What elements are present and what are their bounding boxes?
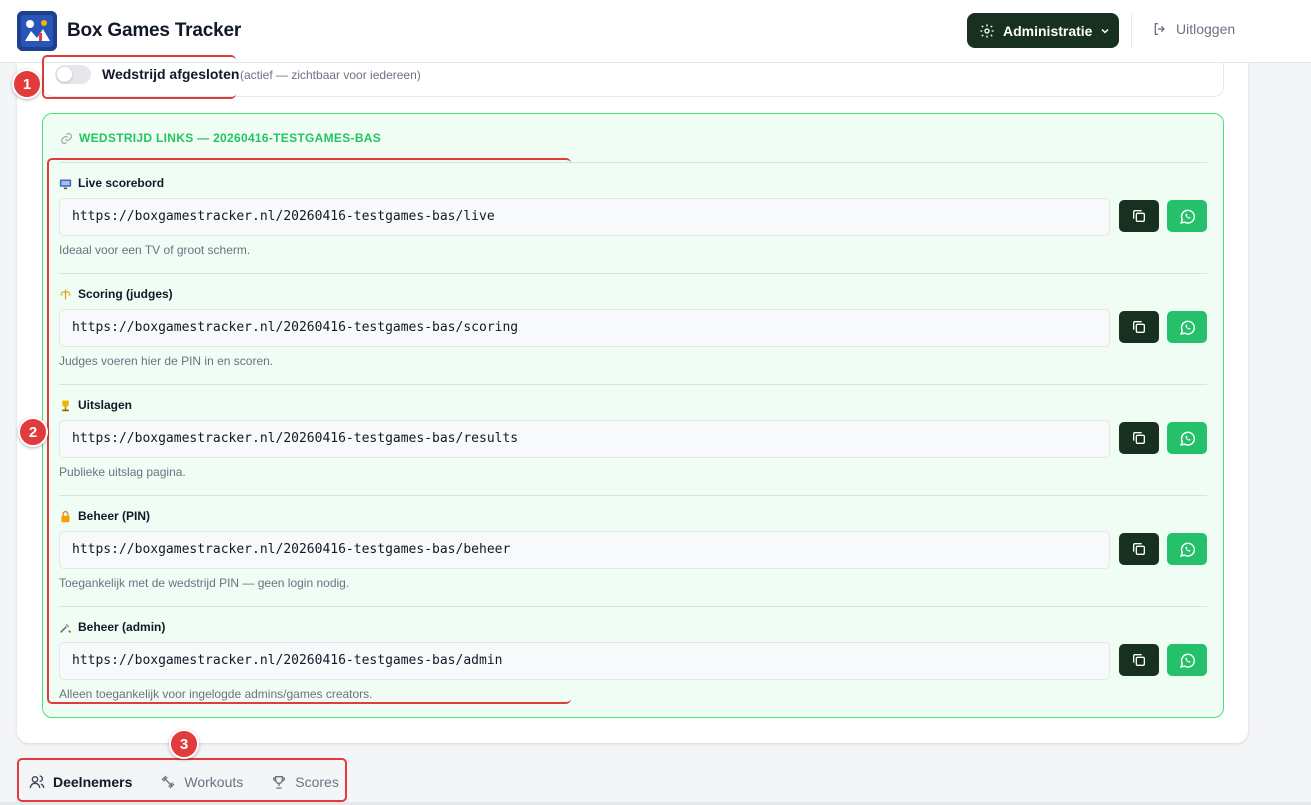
share-whatsapp-button[interactable]: [1167, 533, 1207, 565]
copy-link-button[interactable]: [1119, 311, 1159, 343]
whatsapp-icon: [1179, 320, 1195, 335]
link-block: Uitslagen https://boxgamestracker.nl/2026…: [59, 385, 1207, 496]
gear-icon: [980, 23, 994, 38]
link-description: Judges voeren hier de PIN in en scoren.: [59, 354, 274, 368]
link-block: Live scorebord https://boxgamestracker.nl…: [59, 163, 1207, 274]
copy-icon: [1133, 543, 1145, 555]
toggle-status-note: (actief — zichtbaar voor iedereen): [240, 68, 421, 82]
administratie-label: Administratie: [1003, 22, 1093, 39]
link-block: Scoring (judges) https://boxgamestracker.…: [59, 274, 1207, 385]
trophy-icon: [273, 776, 286, 789]
copy-link-button[interactable]: [1119, 644, 1159, 676]
annotation-badge-2: 2: [18, 417, 48, 447]
link-url-field[interactable]: https://boxgamestracker.nl/20260416-test…: [59, 531, 1110, 569]
app-title: Box Games Tracker: [67, 20, 242, 41]
link-icon: [61, 132, 72, 144]
trophy-icon: [59, 399, 78, 412]
whatsapp-icon: [1179, 653, 1195, 668]
chevron-down-icon: [1101, 28, 1109, 34]
tv-icon: [59, 177, 78, 190]
link-label-text: Live scorebord: [78, 176, 165, 190]
copy-icon: [1133, 210, 1145, 222]
link-block: Beheer (PIN) https://boxgamestracker.nl/2…: [59, 496, 1207, 607]
link-label: Live scorebord: [59, 176, 164, 190]
tab-label: Deelnemers: [53, 774, 133, 790]
share-whatsapp-button[interactable]: [1167, 200, 1207, 232]
link-label: Uitslagen: [59, 398, 132, 412]
whatsapp-icon: [1179, 431, 1195, 446]
users-icon: [29, 775, 45, 789]
dumbbell-icon: [161, 775, 175, 789]
toggle-label: Wedstrijd afgesloten: [102, 66, 240, 82]
share-whatsapp-button[interactable]: [1167, 422, 1207, 454]
tab-scores[interactable]: Scores: [259, 767, 351, 797]
toggle-knob: [57, 67, 72, 82]
tab-deelnemers[interactable]: Deelnemers: [17, 767, 145, 797]
link-label: Beheer (admin): [59, 620, 165, 634]
link-description: Toegankelijk met de wedstrijd PIN — geen…: [59, 576, 350, 590]
link-label: Beheer (PIN): [59, 509, 150, 523]
administratie-menu-button[interactable]: Administratie: [967, 13, 1119, 48]
link-description: Ideaal voor een TV of groot scherm.: [59, 243, 251, 257]
link-url-field[interactable]: https://boxgamestracker.nl/20260416-test…: [59, 309, 1110, 347]
copy-link-button[interactable]: [1119, 200, 1159, 232]
app-logo[interactable]: [17, 11, 57, 51]
link-url-field[interactable]: https://boxgamestracker.nl/20260416-test…: [59, 642, 1110, 680]
link-label-text: Scoring (judges): [78, 287, 173, 301]
annotation-badge-3: 3: [169, 729, 199, 759]
link-label-text: Beheer (admin): [78, 620, 166, 634]
section-tabs: Deelnemers Workouts Scores: [17, 762, 351, 802]
header-divider: [1131, 14, 1132, 47]
link-description: Publieke uitslag pagina.: [59, 465, 186, 479]
judge-icon: [59, 288, 78, 301]
link-label: Scoring (judges): [59, 287, 173, 301]
logout-button[interactable]: Uitloggen: [1152, 21, 1235, 37]
links-title-text: WEDSTRIJD LINKS — 20260416-TESTGAMES-BAS: [79, 131, 382, 145]
lock-icon: [59, 510, 78, 523]
link-description: Alleen toegankelijk voor ingelogde admin…: [59, 687, 373, 701]
logout-label: Uitloggen: [1176, 21, 1236, 37]
tab-label: Scores: [295, 774, 339, 790]
copy-icon: [1133, 432, 1145, 444]
tab-workouts[interactable]: Workouts: [148, 767, 255, 797]
link-block: Beheer (admin) https://boxgamestracker.nl…: [59, 607, 1207, 718]
link-label-text: Beheer (PIN): [78, 509, 151, 523]
copy-icon: [1133, 321, 1145, 333]
wedstrijd-afgesloten-toggle[interactable]: [55, 65, 91, 84]
tools-icon: [59, 621, 78, 634]
annotation-badge-1: 1: [12, 69, 42, 99]
whatsapp-icon: [1179, 542, 1195, 557]
copy-icon: [1133, 654, 1145, 666]
copy-link-button[interactable]: [1119, 533, 1159, 565]
share-whatsapp-button[interactable]: [1167, 644, 1207, 676]
link-label-text: Uitslagen: [78, 398, 133, 412]
link-url-field[interactable]: https://boxgamestracker.nl/20260416-test…: [59, 420, 1110, 458]
share-whatsapp-button[interactable]: [1167, 311, 1207, 343]
logout-icon: [1154, 23, 1165, 35]
links-panel-title: WEDSTRIJD LINKS — 20260416-TESTGAMES-BAS: [60, 131, 381, 145]
top-header: Box Games Tracker Administratie Uitlogge…: [0, 0, 1311, 63]
tab-label: Workouts: [184, 774, 244, 790]
whatsapp-icon: [1179, 209, 1195, 224]
copy-link-button[interactable]: [1119, 422, 1159, 454]
link-url-field[interactable]: https://boxgamestracker.nl/20260416-test…: [59, 198, 1110, 236]
